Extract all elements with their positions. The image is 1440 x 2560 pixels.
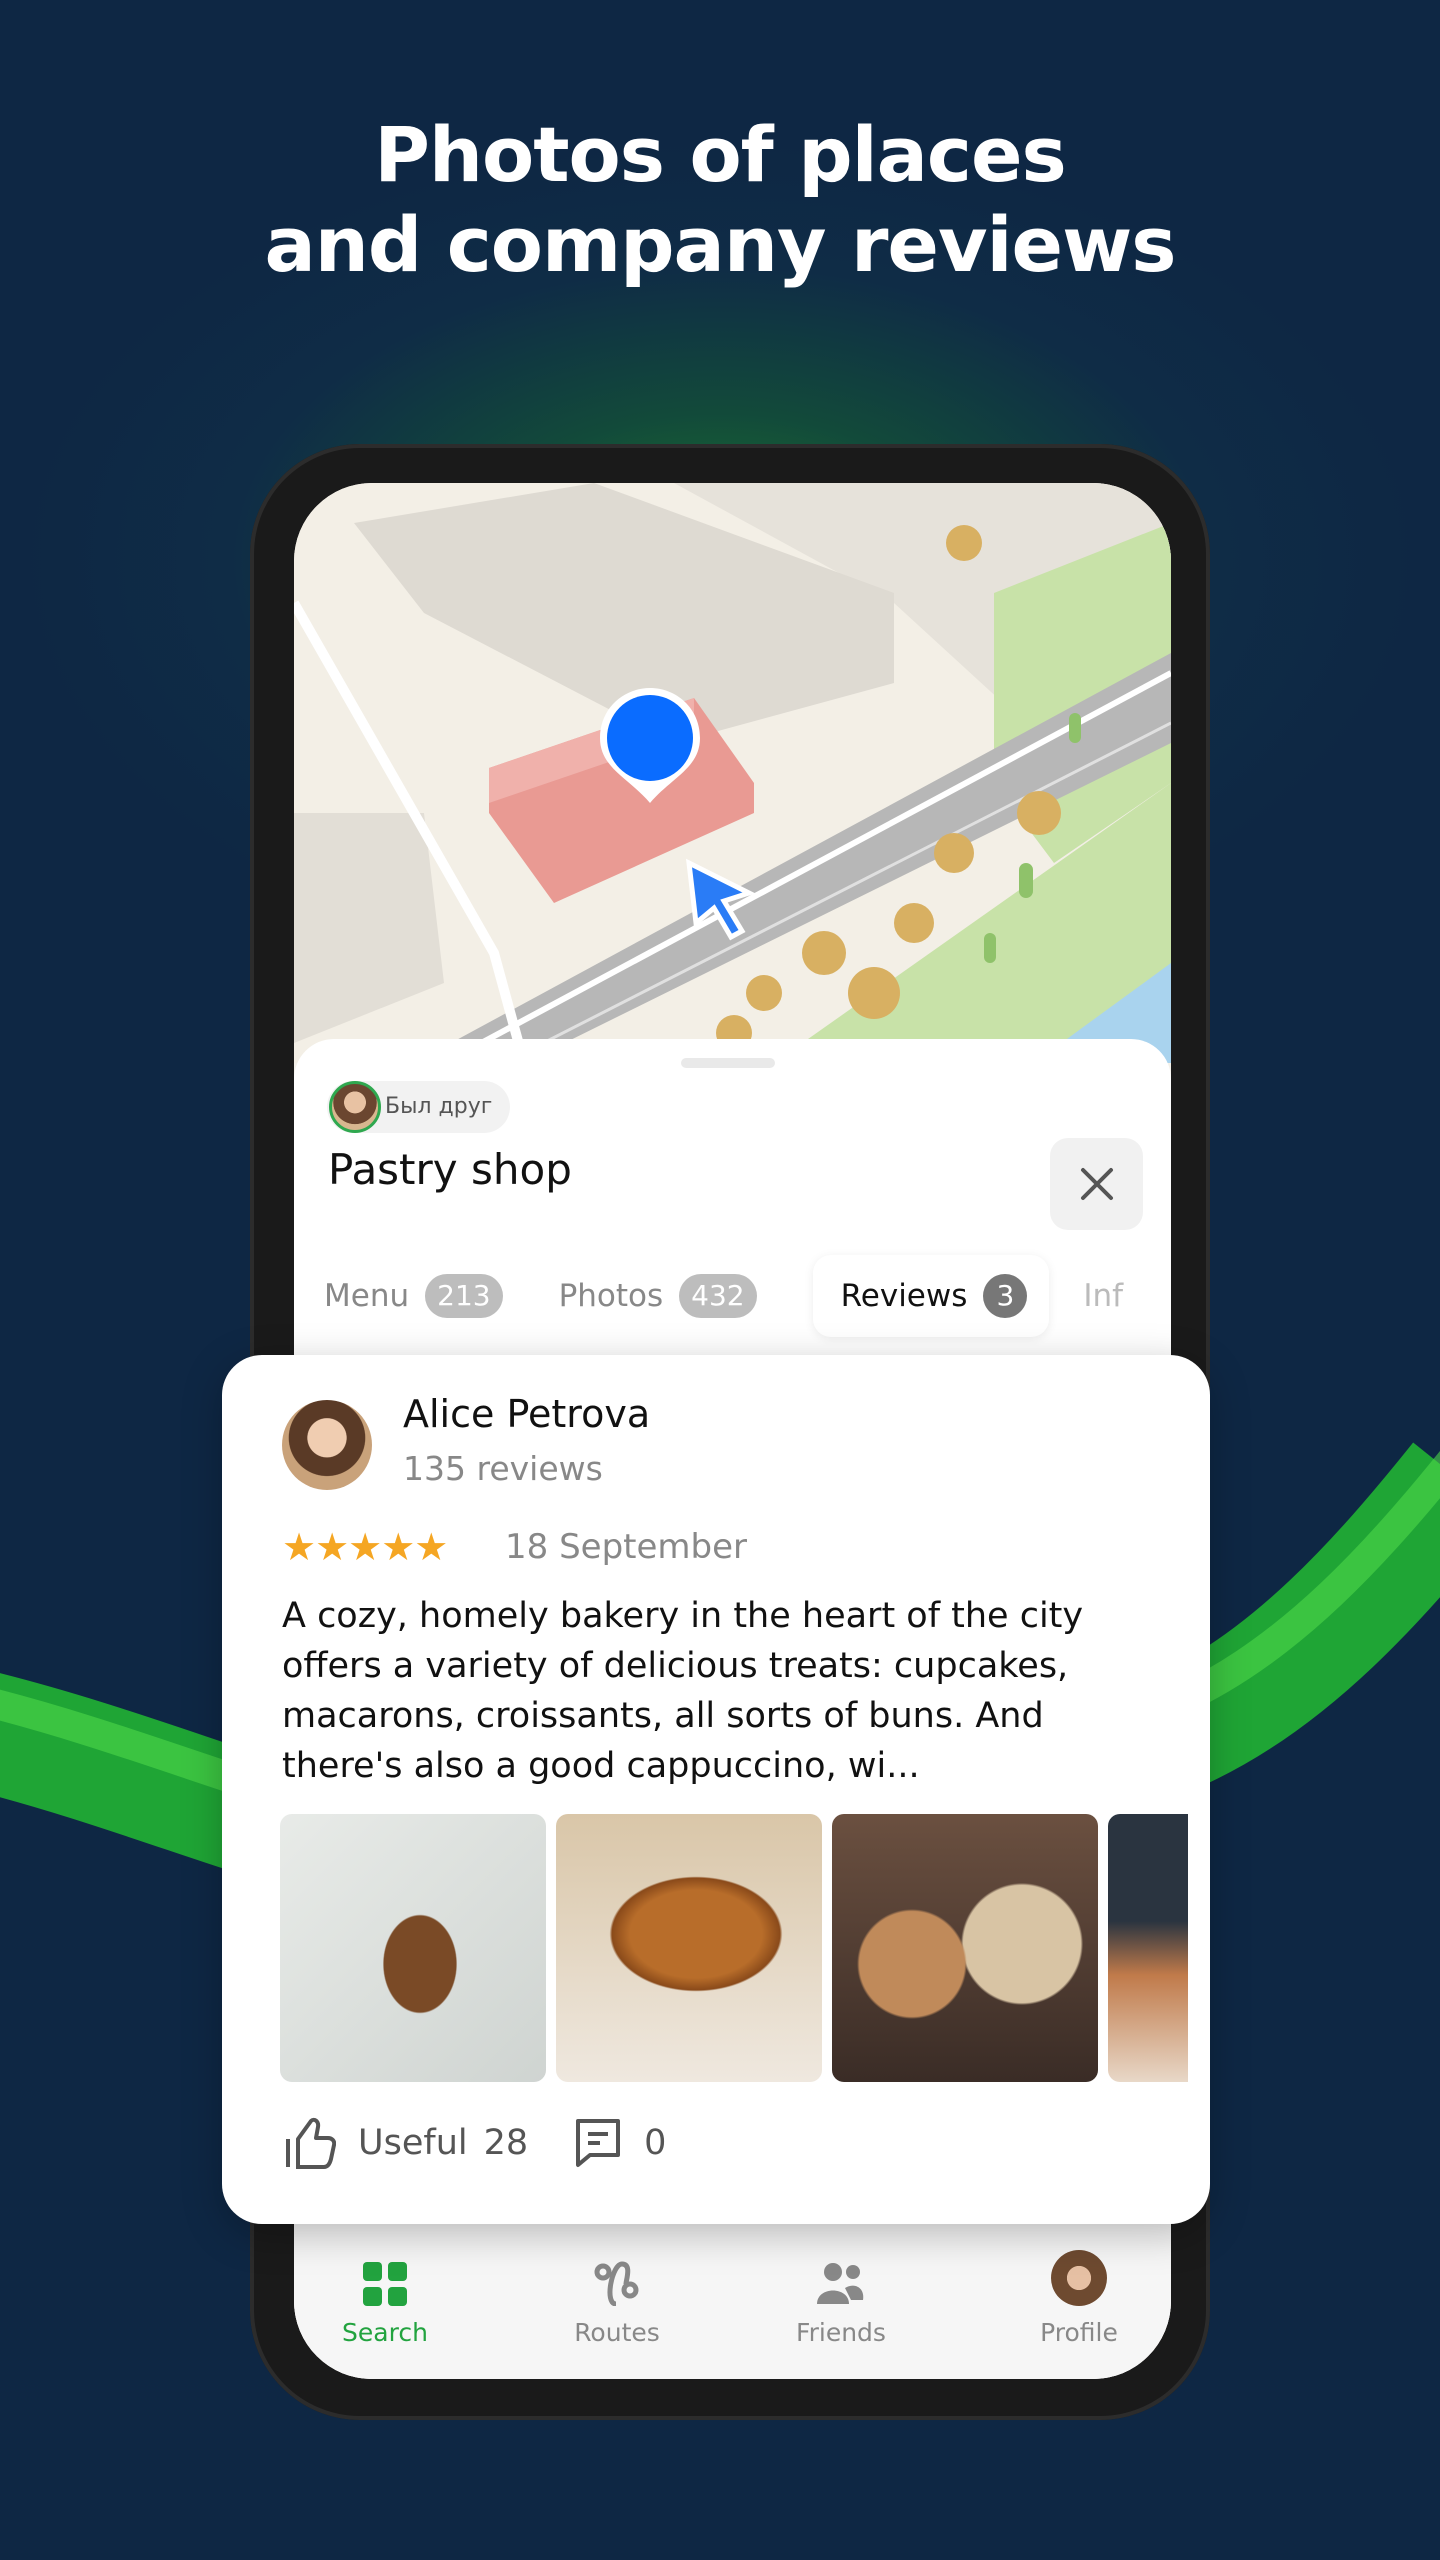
friend-chip-label: Был друг	[385, 1094, 493, 1119]
friend-chip[interactable]: Был друг	[327, 1081, 511, 1133]
tab-menu[interactable]: Menu 213	[324, 1255, 503, 1337]
tab-badge: 3	[983, 1274, 1028, 1318]
place-title: Pastry shop	[328, 1145, 572, 1194]
review-text[interactable]: A cozy, homely bakery in the heart of th…	[282, 1591, 1162, 1791]
tab-bar: Menu 213 Photos 432 Reviews 3 Inf	[324, 1255, 1171, 1337]
photo-croissant[interactable]	[556, 1814, 822, 2082]
routes-icon	[594, 2261, 639, 2306]
useful-button[interactable]: Useful 28	[284, 2117, 528, 2169]
tab-badge: 213	[425, 1274, 503, 1318]
friends-icon	[817, 2263, 864, 2304]
nav-label: Profile	[1040, 2318, 1118, 2347]
star-rating: ★★★★★	[282, 1525, 448, 1569]
nav-label: Search	[342, 2318, 428, 2347]
nav-label: Routes	[574, 2318, 660, 2347]
close-icon	[1080, 1168, 1113, 1200]
tab-photos[interactable]: Photos 432	[559, 1255, 757, 1337]
tab-label: Reviews	[840, 1278, 968, 1314]
nav-search[interactable]: Search	[294, 2224, 485, 2347]
review-card[interactable]: Alice Petrova 135 reviews ★★★★★ 18 Septe…	[222, 1355, 1210, 2224]
review-date: 18 September	[505, 1527, 748, 1567]
tab-badge: 432	[679, 1274, 757, 1318]
tab-label: Photos	[558, 1278, 664, 1314]
headline-line-2: and company reviews	[264, 200, 1176, 289]
tab-reviews[interactable]: Reviews 3	[812, 1255, 1050, 1337]
review-photos	[280, 1814, 1188, 2082]
grid-icon	[363, 2262, 407, 2306]
reviewer-review-count: 135 reviews	[403, 1449, 603, 1488]
review-actions: Useful 28 0	[284, 2117, 666, 2169]
photo-coffee[interactable]	[280, 1814, 546, 2082]
comments-count: 0	[644, 2123, 667, 2163]
useful-count: 28	[483, 2123, 529, 2163]
comments-button[interactable]: 0	[574, 2117, 666, 2169]
photo-cupcakes[interactable]	[832, 1814, 1098, 2082]
tab-label: Menu	[324, 1278, 410, 1314]
comment-icon	[576, 2119, 621, 2167]
photo-pastries[interactable]	[1108, 1814, 1188, 2082]
nav-routes[interactable]: Routes	[517, 2224, 717, 2347]
bottom-nav: Search Routes Friends Profile	[294, 2224, 1171, 2379]
nav-profile[interactable]: Profile	[979, 2224, 1171, 2347]
reviewer-avatar[interactable]	[282, 1400, 372, 1490]
headline: Photos of places and company reviews	[0, 110, 1440, 290]
close-button[interactable]	[1050, 1138, 1143, 1230]
map[interactable]	[294, 483, 1171, 1063]
nav-friends[interactable]: Friends	[741, 2224, 941, 2347]
friend-avatar	[329, 1081, 381, 1133]
tab-label: Inf	[1083, 1278, 1124, 1314]
tab-info[interactable]: Inf	[1083, 1255, 1123, 1337]
drag-handle[interactable]	[681, 1058, 775, 1068]
thumbs-up-icon	[286, 2117, 336, 2169]
useful-label: Useful	[358, 2123, 468, 2163]
nav-label: Friends	[796, 2318, 886, 2347]
reviewer-name[interactable]: Alice Petrova	[403, 1392, 650, 1436]
headline-line-1: Photos of places	[374, 110, 1067, 199]
avatar	[1051, 2250, 1107, 2306]
